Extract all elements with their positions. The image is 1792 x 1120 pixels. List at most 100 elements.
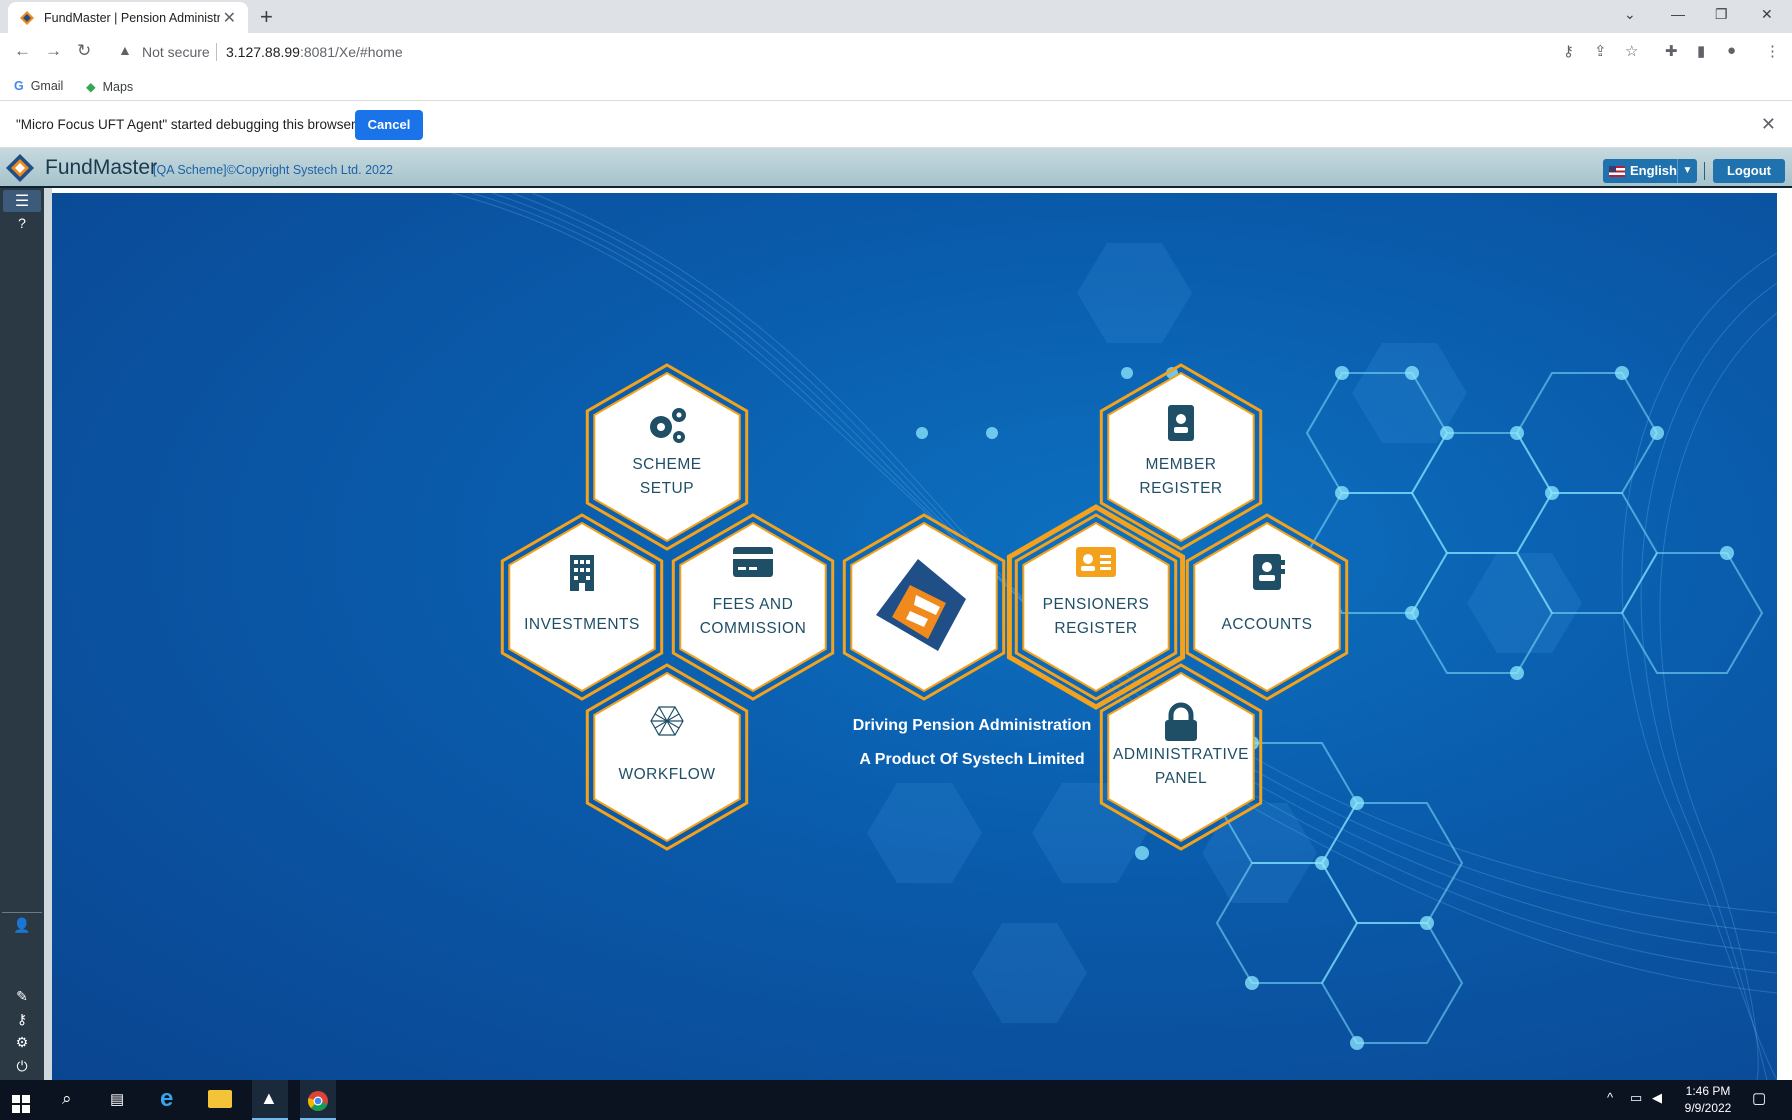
notifications-icon[interactable]: ▢ [1752, 1089, 1766, 1113]
tagline-line-2: A Product Of Systech Limited [859, 751, 1085, 768]
bookmark-maps-label: Maps [102, 80, 134, 94]
browser-toolbar: ← → ↻ ▲ Not secure 3.127.88.99:8081/Xe/#… [0, 33, 1792, 71]
restore-icon[interactable]: ❐ [1715, 6, 1728, 23]
lock-icon [1165, 702, 1197, 741]
tab-title: FundMaster | Pension Administra [44, 11, 220, 25]
fundmaster-favicon-icon [20, 11, 34, 25]
tile-administrative-panel[interactable]: ADMINISTRATIVE PANEL [1093, 667, 1269, 847]
windows-start-icon[interactable] [12, 1092, 30, 1116]
profile-icon[interactable]: ● [1727, 42, 1736, 59]
infobar-message: "Micro Focus UFT Agent" started debuggin… [16, 117, 356, 132]
browser-tab[interactable]: FundMaster | Pension Administra ✕ [8, 2, 248, 33]
home-stage: SCHEME SETUP MEMBER REGISTER INVESTMENTS… [52, 193, 1777, 1080]
stage-right-border [1777, 188, 1792, 1080]
language-selector[interactable]: English ▼ [1603, 159, 1697, 183]
sidebar-divider [2, 912, 42, 913]
new-tab-icon[interactable]: + [260, 4, 273, 30]
tile-workflow[interactable]: WORKFLOW [579, 667, 755, 847]
tagline-line-1: Driving Pension Administration [852, 717, 1092, 734]
google-icon: G [14, 79, 24, 93]
bookmark-gmail[interactable]: G Gmail [14, 79, 63, 93]
bookmark-star-icon[interactable]: ☆ [1625, 42, 1638, 60]
file-explorer-icon[interactable] [208, 1090, 232, 1108]
building-icon [570, 555, 594, 591]
fundmaster-logo-icon [6, 154, 34, 182]
minimize-icon[interactable]: — [1671, 6, 1685, 22]
share-icon[interactable]: ⇪ [1594, 42, 1607, 60]
windows-taskbar: ⌕ ▤ e ▲ ^ ▭ ◀ 1:46 PM 9/9/2022 ▢ [0, 1080, 1792, 1120]
window-close-icon[interactable]: ✕ [1761, 6, 1773, 23]
url-host: 3.127.88.99 [226, 44, 300, 60]
cancel-button[interactable]: Cancel [355, 110, 423, 140]
menu-icon[interactable]: ⋮ [1765, 42, 1780, 60]
address-card-icon [1076, 547, 1116, 577]
power-icon[interactable]: ⏻ [0, 1058, 44, 1075]
clock-date: 9/9/2022 [1684, 1101, 1732, 1115]
browser-tab-strip: FundMaster | Pension Administra ✕ + ⌄ — … [0, 0, 1792, 33]
workflow-network-icon [650, 706, 684, 736]
taskbar-clock[interactable]: 1:46 PM 9/9/2022 [1680, 1083, 1736, 1117]
uft-agent-icon: ▲ [260, 1088, 278, 1108]
tile-pensioners-label-1: PENSIONERS [1042, 596, 1150, 613]
extensions-icon[interactable]: ✚ [1665, 42, 1678, 60]
tile-accounts-label: ACCOUNTS [1221, 616, 1313, 633]
internet-explorer-icon[interactable]: e [160, 1085, 173, 1112]
side-panel-icon[interactable]: ▮ [1697, 42, 1705, 60]
bookmark-gmail-label: Gmail [30, 79, 64, 93]
url-path: :8081/Xe/#home [299, 44, 403, 60]
tile-fees-label-1: FEES AND [712, 596, 794, 613]
address-book-icon [1253, 554, 1285, 590]
bookmarks-bar: G Gmail ◆ Maps [0, 71, 1792, 101]
forward-icon[interactable]: → [45, 41, 62, 61]
address-separator [216, 43, 217, 61]
reload-icon[interactable]: ↻ [77, 41, 91, 61]
app-brand: FundMaster [45, 156, 158, 179]
cogs-icon[interactable]: ⚙ [0, 1034, 44, 1051]
app-header: FundMaster [QA Scheme]©Copyright Systech… [0, 148, 1792, 188]
hamburger-menu-icon[interactable]: ☰ [0, 191, 44, 211]
key-tool-icon[interactable]: ⚷ [0, 1011, 44, 1028]
bookmark-maps[interactable]: ◆ Maps [86, 79, 133, 94]
tile-investments-label: INVESTMENTS [524, 616, 640, 633]
volume-icon[interactable]: ◀ [1652, 1090, 1662, 1114]
infobar-close-icon[interactable]: ✕ [1761, 114, 1776, 135]
user-icon[interactable]: 👤 [0, 917, 44, 934]
address-bar[interactable]: ▲ Not secure 3.127.88.99:8081/Xe/#home [110, 35, 1640, 69]
tile-member-register-label-2: REGISTER [1139, 480, 1223, 497]
tray-chevron-icon[interactable]: ^ [1607, 1090, 1613, 1114]
credit-card-icon [733, 547, 773, 577]
security-label: Not secure [142, 44, 210, 60]
network-icon[interactable]: ▭ [1630, 1090, 1642, 1114]
warning-icon: ▲ [118, 42, 132, 58]
tile-fundmaster-logo [836, 517, 1012, 697]
back-icon[interactable]: ← [14, 41, 31, 61]
tile-scheme-setup-label-1: SCHEME [632, 456, 702, 473]
header-divider [1704, 162, 1705, 180]
id-badge-icon [1168, 405, 1194, 441]
clock-time: 1:46 PM [1685, 1084, 1731, 1098]
help-icon[interactable]: ? [0, 215, 44, 231]
task-view-icon[interactable]: ▤ [110, 1090, 124, 1114]
tile-scheme-setup-label-2: SETUP [639, 480, 695, 497]
tile-pensioners-label-2: REGISTER [1054, 620, 1138, 637]
tile-admin-label-1: ADMINISTRATIVE [1113, 746, 1249, 763]
brush-icon[interactable]: ✎ [0, 988, 44, 1005]
debug-infobar: "Micro Focus UFT Agent" started debuggin… [0, 102, 1792, 148]
gears-icon [650, 408, 686, 443]
chrome-icon [308, 1091, 328, 1111]
fundmaster-center-logo-icon [876, 559, 966, 651]
stage-left-border [44, 188, 52, 1080]
tile-fees-label-2: COMMISSION [699, 620, 807, 637]
language-label: English [1630, 163, 1677, 178]
tab-close-icon[interactable]: ✕ [223, 8, 236, 28]
logout-button[interactable]: Logout [1713, 159, 1785, 183]
url-text: 3.127.88.99:8081/Xe/#home [226, 44, 403, 60]
sidebar: ☰ ? 👤 ✎ ⚷ ⚙ ⏻ [0, 188, 44, 1080]
caret-down-icon[interactable]: ▼ [1677, 159, 1697, 183]
search-icon[interactable]: ⌕ [62, 1089, 72, 1113]
maps-icon: ◆ [86, 80, 96, 94]
tile-admin-label-2: PANEL [1154, 770, 1208, 787]
tab-search-icon[interactable]: ⌄ [1624, 6, 1636, 23]
key-icon[interactable]: ⚷ [1563, 42, 1574, 60]
copyright-text: [QA Scheme]©Copyright Systech Ltd. 2022 [153, 163, 393, 177]
